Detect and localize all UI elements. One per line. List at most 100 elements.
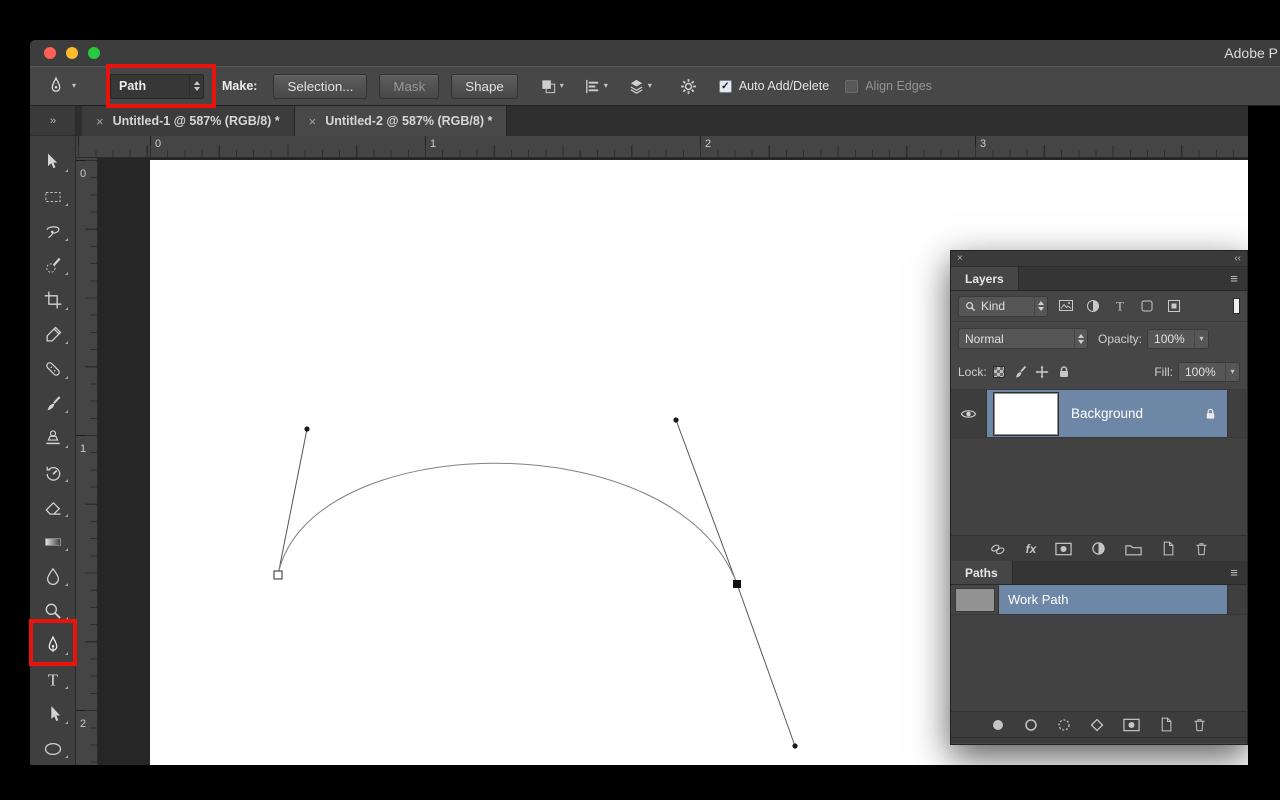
pen-options-button[interactable] xyxy=(680,78,697,95)
lock-position-move-icon[interactable] xyxy=(1035,365,1049,379)
zoom-tool-icon xyxy=(43,601,63,621)
layers-panel-bottom-bar: fx xyxy=(951,535,1247,561)
panel-group-header[interactable]: × ‹‹ xyxy=(951,251,1247,267)
lock-transparency-icon[interactable] xyxy=(993,366,1005,378)
filter-kind-dropdown[interactable]: Kind xyxy=(958,296,1048,317)
filter-smart-objects-icon[interactable] xyxy=(1166,298,1182,314)
trash-icon[interactable] xyxy=(1192,717,1207,733)
filter-type-layers-icon[interactable]: T xyxy=(1112,298,1128,314)
dropdown-stepper-icon xyxy=(1074,329,1087,348)
layer-style-fx-icon[interactable]: fx xyxy=(1026,542,1037,556)
new-group-folder-icon[interactable] xyxy=(1125,542,1142,556)
anchor-point-end-selected[interactable] xyxy=(733,580,741,588)
eyedropper-tool[interactable] xyxy=(30,318,75,353)
path-selected-area[interactable]: Work Path xyxy=(999,585,1227,614)
history-brush-tool[interactable] xyxy=(30,456,75,491)
opacity-dropdown[interactable]: 100% ▾ xyxy=(1147,329,1209,349)
quick-selection-tool-icon xyxy=(43,256,63,276)
toolbar-collapse-button[interactable]: ›› xyxy=(30,106,75,136)
add-mask-from-path-icon[interactable] xyxy=(1123,718,1140,732)
make-selection-button[interactable]: Selection... xyxy=(273,74,367,99)
clone-stamp-tool[interactable] xyxy=(30,421,75,456)
eraser-tool[interactable] xyxy=(30,490,75,525)
dropdown-stepper-icon xyxy=(1034,297,1047,316)
ellipse-tool[interactable] xyxy=(30,732,75,767)
path-thumbnail[interactable] xyxy=(955,588,995,612)
filter-shape-layers-icon[interactable] xyxy=(1139,298,1155,314)
path-alignment-button[interactable]: ▾ xyxy=(584,78,608,95)
lock-image-brush-icon[interactable] xyxy=(1013,365,1027,379)
ruler-mark: 2 xyxy=(705,138,711,150)
horizontal-type-tool[interactable]: T xyxy=(30,663,75,698)
handle-line-end-in xyxy=(676,420,737,584)
tab-untitled-2[interactable]: × Untitled-2 @ 587% (RGB/8) * xyxy=(295,106,508,136)
link-layers-icon[interactable] xyxy=(989,542,1007,556)
fill-dropdown[interactable]: 100% ▾ xyxy=(1178,362,1240,382)
stroke-path-icon[interactable] xyxy=(1024,718,1038,732)
blur-tool[interactable] xyxy=(30,559,75,594)
path-operations-button[interactable]: ▾ xyxy=(540,78,564,95)
path-thumbnail-cell xyxy=(951,585,999,614)
close-icon[interactable]: × xyxy=(957,253,963,264)
load-path-as-selection-icon[interactable] xyxy=(1057,718,1071,732)
lock-all-padlock-icon[interactable] xyxy=(1057,365,1071,379)
auto-add-delete-checkbox[interactable]: ✓ xyxy=(719,80,732,93)
spot-healing-brush-tool[interactable] xyxy=(30,352,75,387)
horizontal-ruler[interactable]: 0 1 2 3 xyxy=(76,136,1248,158)
tab-paths[interactable]: Paths xyxy=(951,561,1013,584)
move-tool[interactable] xyxy=(30,145,75,180)
tab-layers[interactable]: Layers xyxy=(951,267,1019,290)
panel-menu-icon[interactable]: ≡ xyxy=(1221,561,1247,584)
tab-untitled-1[interactable]: × Untitled-1 @ 587% (RGB/8) * xyxy=(82,106,295,136)
blend-mode-dropdown[interactable]: Normal xyxy=(958,328,1088,349)
filter-pixel-layers-icon[interactable] xyxy=(1058,298,1074,314)
layer-row-background[interactable]: Background xyxy=(951,390,1247,438)
combine-shapes-icon xyxy=(540,78,557,95)
lasso-tool[interactable] xyxy=(30,214,75,249)
close-icon[interactable]: × xyxy=(309,114,317,129)
path-row-work-path[interactable]: Work Path xyxy=(951,585,1247,615)
make-work-path-icon[interactable] xyxy=(1090,718,1104,732)
zoom-window-button[interactable] xyxy=(88,47,100,59)
close-window-button[interactable] xyxy=(44,47,56,59)
close-icon[interactable]: × xyxy=(96,114,104,129)
handle-line-start xyxy=(278,429,307,575)
minimize-window-button[interactable] xyxy=(66,47,78,59)
direction-handle-point[interactable] xyxy=(304,426,309,431)
filter-toggle-switch[interactable] xyxy=(1233,298,1240,314)
layer-selected-area[interactable]: Background xyxy=(987,390,1227,437)
move-tool-icon xyxy=(43,152,63,172)
tool-preset-picker[interactable]: ▾ xyxy=(46,76,76,96)
direction-handle-point[interactable] xyxy=(792,743,797,748)
gradient-tool[interactable] xyxy=(30,525,75,560)
vertical-ruler[interactable]: 0 1 2 xyxy=(76,158,98,765)
layer-visibility-toggle[interactable] xyxy=(951,390,987,437)
panel-menu-icon[interactable]: ≡ xyxy=(1221,267,1247,290)
brush-tool[interactable] xyxy=(30,387,75,422)
make-shape-button[interactable]: Shape xyxy=(451,74,518,99)
collapse-panel-icon[interactable]: ‹‹ xyxy=(1234,253,1241,264)
layer-thumbnail[interactable] xyxy=(994,393,1058,435)
rectangular-marquee-tool[interactable] xyxy=(30,180,75,215)
history-brush-tool-icon xyxy=(43,463,63,483)
crop-tool[interactable] xyxy=(30,283,75,318)
chevron-down-icon: ▾ xyxy=(1225,363,1239,381)
marquee-tool-icon xyxy=(43,187,63,207)
document-tab-bar: × Untitled-1 @ 587% (RGB/8) * × Untitled… xyxy=(76,106,1248,136)
path-arrangement-button[interactable]: ▾ xyxy=(628,78,652,95)
new-path-icon[interactable] xyxy=(1159,717,1173,732)
lock-buttons xyxy=(993,365,1071,379)
panel-resize-grip[interactable] xyxy=(951,737,1247,743)
quick-selection-tool[interactable] xyxy=(30,249,75,284)
adjustment-layer-icon[interactable] xyxy=(1091,541,1106,556)
make-mask-button[interactable]: Mask xyxy=(379,74,439,99)
trash-icon[interactable] xyxy=(1194,541,1209,557)
add-layer-mask-icon[interactable] xyxy=(1055,542,1072,556)
fill-path-icon[interactable] xyxy=(991,718,1005,732)
path-selection-tool[interactable] xyxy=(30,697,75,732)
filter-adjustment-layers-icon[interactable] xyxy=(1085,298,1101,314)
align-edges-checkbox[interactable] xyxy=(845,80,858,93)
anchor-point-start[interactable] xyxy=(274,571,282,579)
direction-handle-point[interactable] xyxy=(673,417,678,422)
new-layer-icon[interactable] xyxy=(1161,541,1175,556)
